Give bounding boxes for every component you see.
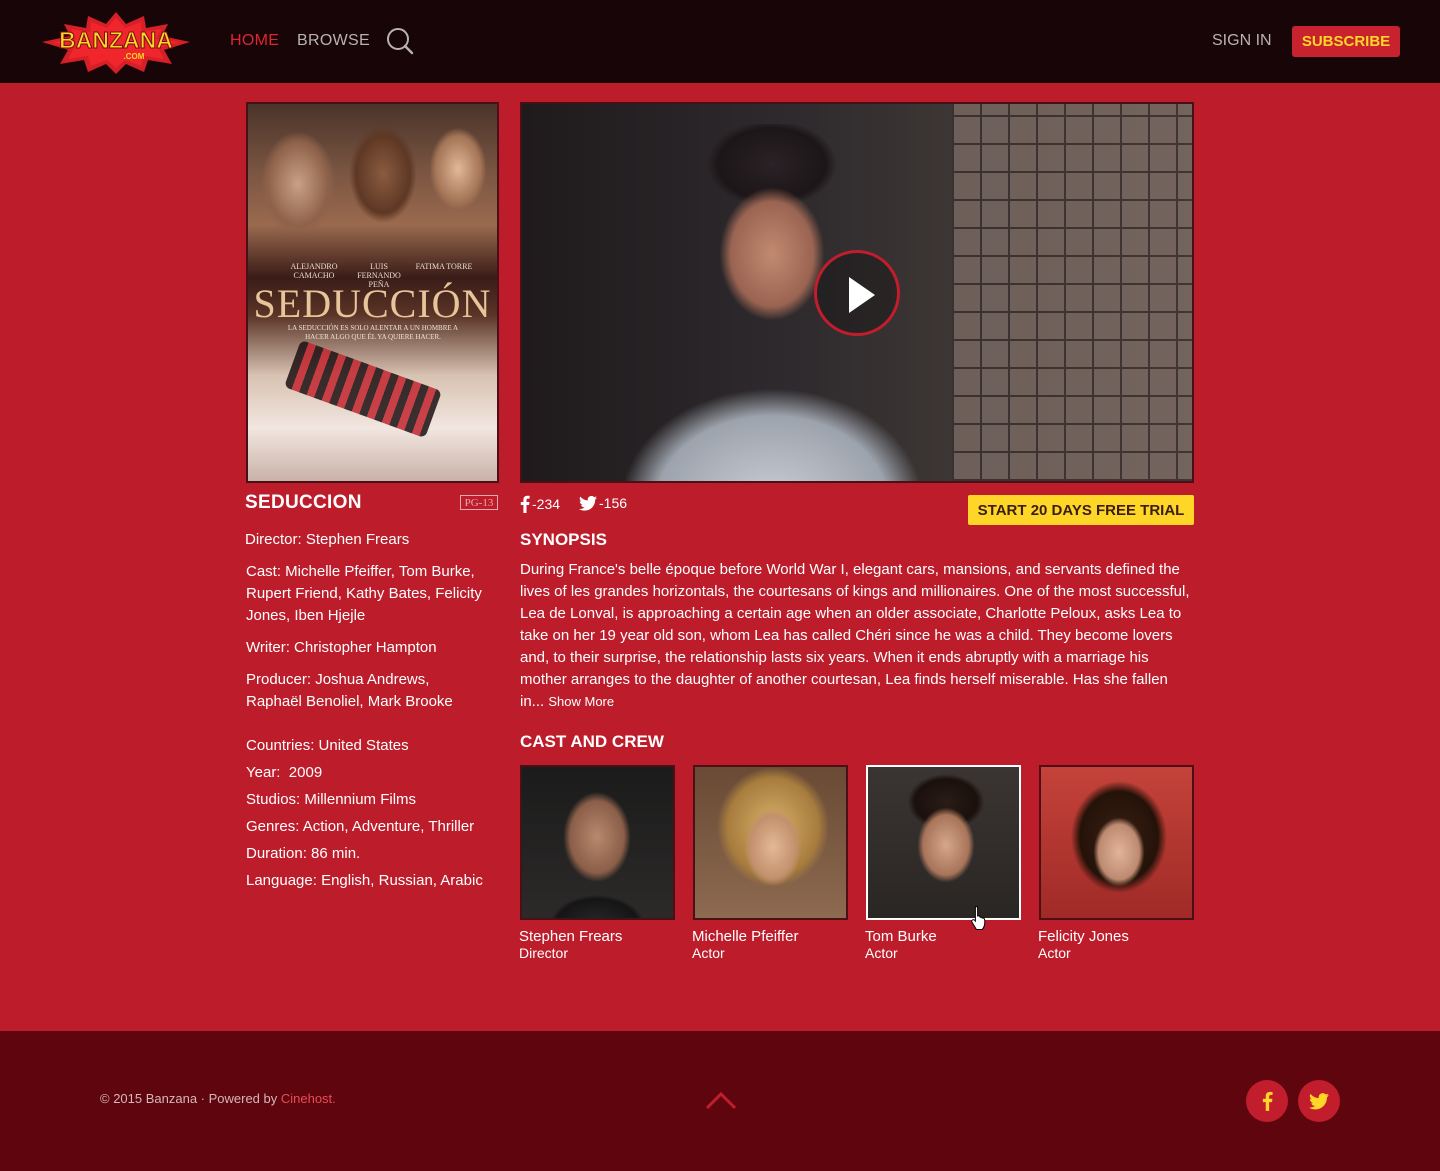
footer-facebook-button[interactable] xyxy=(1246,1080,1288,1122)
cast-photo-face xyxy=(522,767,673,918)
twitter-icon xyxy=(1309,1092,1329,1109)
studios-info: Studios: Millennium Films xyxy=(246,791,417,808)
cast-card[interactable]: Michelle Pfeiffer Actor xyxy=(692,765,848,961)
play-icon xyxy=(849,277,875,313)
cast-photo[interactable] xyxy=(520,765,675,920)
synopsis-text: During France's belle époque before Worl… xyxy=(520,559,1196,713)
poster-faces xyxy=(248,104,497,254)
twitter-count: -156 xyxy=(599,495,628,511)
logo-text: BANZANA xyxy=(59,27,173,53)
movie-title: SEDUCCION xyxy=(245,492,362,513)
facebook-icon xyxy=(520,495,530,513)
cast-heading: CAST AND CREW xyxy=(520,732,664,751)
cast-photo-face xyxy=(1041,767,1192,918)
subscribe-button[interactable]: SUBSCRIBE xyxy=(1292,26,1400,57)
nav-home[interactable]: HOME xyxy=(230,32,279,50)
cinehost-link[interactable]: Cinehost. xyxy=(281,1091,336,1106)
language-info: Language: English, Russian, Arabic xyxy=(246,872,483,889)
genres-info: Genres: Action, Adventure, Thriller xyxy=(246,818,475,835)
poster-title: SEDUCCIÓN xyxy=(253,281,492,326)
cast-photo[interactable] xyxy=(866,765,1021,920)
sign-in-link[interactable]: SIGN IN xyxy=(1212,32,1272,50)
cast-photo[interactable] xyxy=(1039,765,1194,920)
cast-role: Actor xyxy=(1038,945,1071,961)
writer-info: Writer: Christopher Hampton xyxy=(246,639,437,656)
cast-name[interactable]: Tom Burke xyxy=(865,928,1021,945)
twitter-share[interactable]: -156 xyxy=(579,495,627,511)
logo-burst: BANZANA .COM xyxy=(42,12,190,74)
countries-info: Countries: United States xyxy=(246,737,409,754)
free-trial-button[interactable]: START 20 DAYS FREE TRIAL xyxy=(968,495,1194,525)
site-header: BANZANA .COM HOME BROWSE SIGN IN SUBSCRI… xyxy=(0,0,1440,83)
cast-card[interactable]: Tom Burke Actor xyxy=(865,765,1021,961)
poster-figure xyxy=(283,339,443,439)
copyright-label: © 2015 Banzana · Powered by xyxy=(100,1091,281,1106)
site-footer: © 2015 Banzana · Powered by Cinehost. xyxy=(0,1031,1440,1171)
director-info: Director: Stephen Frears xyxy=(245,531,410,548)
nav-browse[interactable]: BROWSE xyxy=(297,32,370,50)
poster-tagline: LA SEDUCCIÓN ES SOLO ALENTAR A UN HOMBRE… xyxy=(287,324,459,341)
cursor-hand-icon xyxy=(971,905,986,930)
facebook-icon xyxy=(1262,1091,1273,1111)
duration-info: Duration: 86 min. xyxy=(246,845,361,862)
synopsis-body: During France's belle époque before Worl… xyxy=(520,561,1190,710)
cast-photo-face xyxy=(868,767,1019,918)
banzana-logo[interactable]: BANZANA .COM xyxy=(40,10,192,74)
cast-card[interactable]: Stephen Frears Director xyxy=(519,765,675,961)
twitter-icon xyxy=(579,495,597,511)
search-icon[interactable] xyxy=(386,27,414,55)
footer-twitter-button[interactable] xyxy=(1298,1080,1340,1122)
cast-name[interactable]: Stephen Frears xyxy=(519,928,675,945)
show-more-link[interactable]: Show More xyxy=(548,694,614,709)
logo-sub: .COM xyxy=(124,52,145,61)
year-info: Year: 2009 xyxy=(246,764,323,781)
cast-role: Actor xyxy=(865,945,898,961)
video-frame-person xyxy=(582,124,962,481)
play-button[interactable] xyxy=(814,250,900,336)
synopsis-heading: SYNOPSIS xyxy=(520,530,607,549)
movie-poster[interactable]: ALEJANDRO CAMACHO LUIS FERNANDO PEÑA FAT… xyxy=(246,102,499,483)
rating-badge: PG-13 xyxy=(460,495,498,510)
cast-card[interactable]: Felicity Jones Actor xyxy=(1038,765,1194,961)
cast-photo-face xyxy=(695,767,846,918)
facebook-share[interactable]: -234 xyxy=(520,495,560,513)
cast-role: Director xyxy=(519,945,569,961)
facebook-count: -234 xyxy=(532,496,561,512)
cast-name[interactable]: Michelle Pfeiffer xyxy=(692,928,848,945)
cast-photo[interactable] xyxy=(693,765,848,920)
chevron-up-icon[interactable] xyxy=(704,1089,738,1113)
video-background-tiles xyxy=(952,104,1192,481)
cast-info: Cast: Michelle Pfeiffer, Tom Burke, Rupe… xyxy=(246,563,482,624)
cast-role: Actor xyxy=(692,945,725,961)
producer-info: Producer: Joshua Andrews, Raphaël Benoli… xyxy=(246,671,453,710)
copyright-text: © 2015 Banzana · Powered by Cinehost. xyxy=(100,1091,336,1106)
cast-name[interactable]: Felicity Jones xyxy=(1038,928,1194,945)
